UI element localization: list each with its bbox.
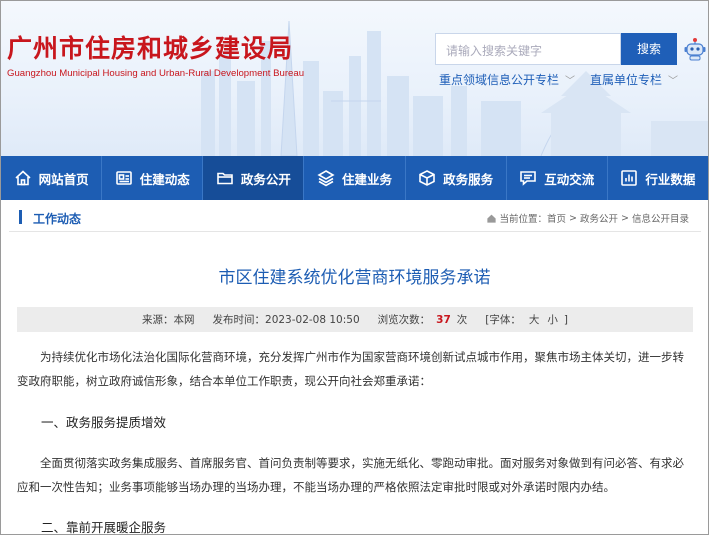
box-icon xyxy=(419,170,435,186)
home-icon xyxy=(15,170,31,186)
nav-item-label: 政务服务 xyxy=(443,171,494,187)
breadcrumb-government-affairs[interactable]: 政务公开 xyxy=(580,211,618,225)
nav-item-industry-data[interactable]: 行业数据 xyxy=(608,156,708,200)
source-value: 本网 xyxy=(173,314,195,326)
views-count: 37 xyxy=(436,313,451,326)
article-title: 市区住建系统优化营商环境服务承诺 xyxy=(218,268,491,288)
key-areas-disclosure-label: 重点领域信息公开专栏 xyxy=(439,73,560,87)
nav-item-label: 政务公开 xyxy=(240,171,291,187)
font-size-close: ] xyxy=(563,313,568,326)
folder-icon xyxy=(217,172,233,185)
nav-item-label: 行业数据 xyxy=(645,171,696,187)
breadcrumb-separator: > xyxy=(569,212,577,224)
section-marker xyxy=(19,210,22,224)
article-intro-paragraph: 为持续优化市场化法治化国际化营商环境，充分发挥广州市作为国家营商环境创新试点城市… xyxy=(17,350,684,388)
nav-item-home[interactable]: 网站首页 xyxy=(1,156,103,200)
publish-time-label: 发布时间： xyxy=(212,314,266,326)
article-heading-2: 二、靠前开展暖企服务 xyxy=(41,520,167,535)
publish-time-value: 2023-02-08 10:50 xyxy=(265,313,360,326)
source-label: 来源： xyxy=(142,314,174,326)
location-icon xyxy=(486,214,496,223)
nav-item-label: 住建动态 xyxy=(139,171,190,187)
site-logo-english: Guangzhou Municipal Housing and Urban-Ru… xyxy=(7,68,305,79)
nav-item-interaction[interactable]: 互动交流 xyxy=(507,156,608,200)
nav-item-label: 互动交流 xyxy=(544,171,595,187)
article-meta-bar: 来源： 本网 发布时间： 2023-02-08 10:50 浏览次数： 37 次… xyxy=(17,307,693,332)
views-label: 浏览次数： xyxy=(377,314,431,326)
search-input[interactable]: 请输入搜索关键字 xyxy=(435,33,621,65)
layers-icon xyxy=(317,170,335,187)
direct-units-label: 直属单位专栏 xyxy=(590,73,663,87)
chat-icon xyxy=(520,171,537,186)
font-large-button[interactable]: 大 xyxy=(529,312,540,327)
main-navigation: 网站首页 住建动态 政务公开 住建业务 政务服务 互动交流 行业数据 xyxy=(1,156,708,200)
page-frame: 广州市住房和城乡建设局 Guangzhou Municipal Housing … xyxy=(0,0,709,535)
breadcrumb: 当前位置： 首页 > 政务公开 > 信息公开目录 xyxy=(486,211,689,225)
chevron-down-icon: ﹀ xyxy=(565,76,576,87)
direct-units-link[interactable]: 直属单位专栏 ﹀ xyxy=(590,71,678,88)
article-paragraph-1: 全面贯彻落实政务集成服务、首席服务官、首问负责制等要求，实施无纸化、零跑动审批。… xyxy=(17,456,684,494)
breadcrumb-info-catalog[interactable]: 信息公开目录 xyxy=(632,211,689,225)
font-size-label: [字体： xyxy=(485,314,521,326)
nav-item-label: 住建业务 xyxy=(341,171,392,187)
chevron-down-icon: ﹀ xyxy=(668,76,679,87)
breadcrumb-prefix: 当前位置： xyxy=(499,214,548,225)
search-button[interactable]: 搜索 xyxy=(621,33,677,65)
news-icon xyxy=(115,171,132,185)
nav-item-housing-business[interactable]: 住建业务 xyxy=(304,156,406,200)
bar-chart-icon xyxy=(621,170,638,186)
robot-assistant-icon[interactable] xyxy=(684,37,706,61)
key-areas-disclosure-link[interactable]: 重点领域信息公开专栏 ﹀ xyxy=(439,71,575,88)
nav-item-government-services[interactable]: 政务服务 xyxy=(406,156,507,200)
font-small-button[interactable]: 小 xyxy=(547,312,558,327)
site-logo-chinese[interactable]: 广州市住房和城乡建设局 xyxy=(7,29,293,65)
nav-item-government-affairs[interactable]: 政务公开 xyxy=(203,156,305,200)
nav-item-label: 网站首页 xyxy=(38,171,89,187)
nav-item-news[interactable]: 住建动态 xyxy=(102,156,204,200)
breadcrumb-home[interactable]: 首页 xyxy=(547,211,566,225)
article-heading-1: 一、政务服务提质增效 xyxy=(41,415,167,430)
breadcrumb-bar: 工作动态 当前位置： 首页 > 政务公开 > 信息公开目录 xyxy=(9,204,701,232)
breadcrumb-separator: > xyxy=(621,212,629,224)
section-title: 工作动态 xyxy=(33,212,82,226)
site-header: 广州市住房和城乡建设局 Guangzhou Municipal Housing … xyxy=(1,1,708,156)
views-unit: 次 xyxy=(456,314,468,326)
